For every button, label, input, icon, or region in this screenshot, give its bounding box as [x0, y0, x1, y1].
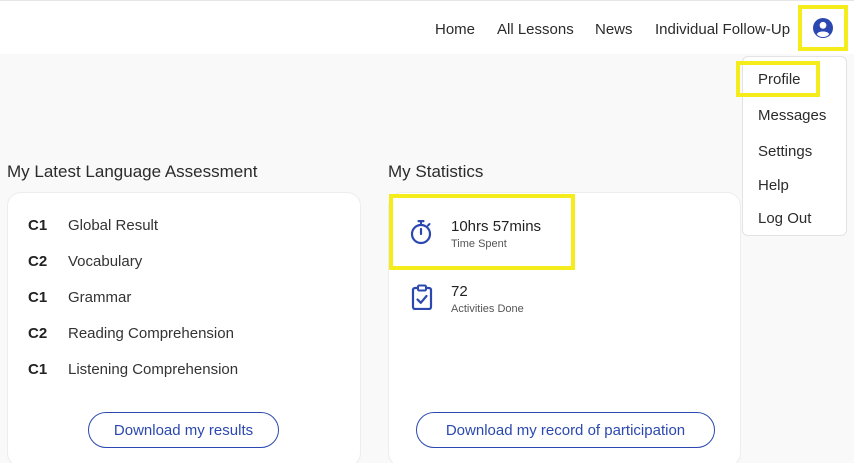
statistics-card: 10hrs 57mins Time Spent 72 Activities Do…	[388, 192, 741, 463]
skill-label: Listening Comprehension	[68, 361, 239, 378]
menu-item-settings[interactable]: Settings	[758, 143, 812, 160]
assessment-row-grammar: C1 Grammar	[28, 289, 131, 306]
top-navbar: Home All Lessons News Individual Follow-…	[0, 0, 854, 54]
user-dropdown-menu: Profile Messages Settings Help Log Out	[742, 56, 847, 236]
level-badge: C1	[28, 361, 48, 378]
skill-label: Global Result	[68, 217, 159, 234]
level-badge: C1	[28, 217, 48, 234]
skill-label: Grammar	[68, 289, 132, 306]
user-avatar-button[interactable]	[798, 5, 848, 51]
level-badge: C1	[28, 289, 48, 306]
menu-item-profile[interactable]: Profile	[758, 71, 801, 88]
download-results-button[interactable]: Download my results	[88, 412, 279, 448]
nav-news-link[interactable]: News	[595, 21, 633, 38]
assessment-row-listening: C1 Listening Comprehension	[28, 361, 238, 378]
assessment-title: My Latest Language Assessment	[7, 162, 258, 181]
clipboard-check-icon	[411, 284, 433, 310]
menu-item-log-out[interactable]: Log Out	[758, 210, 811, 227]
activities-done-value: 72	[451, 283, 468, 300]
nav-individual-follow-up-link[interactable]: Individual Follow-Up	[655, 21, 790, 38]
skill-label: Vocabulary	[68, 253, 143, 270]
nav-home-link[interactable]: Home	[435, 21, 475, 38]
download-participation-record-button[interactable]: Download my record of participation	[416, 412, 715, 448]
activities-done-label: Activities Done	[451, 303, 524, 315]
statistics-title: My Statistics	[388, 162, 484, 181]
time-spent-value: 10hrs 57mins	[451, 218, 542, 235]
level-badge: C2	[28, 325, 48, 342]
nav-all-lessons-link[interactable]: All Lessons	[497, 21, 574, 38]
assessment-row-global: C1 Global Result	[28, 217, 158, 234]
level-badge: C2	[28, 253, 48, 270]
assessment-row-vocabulary: C2 Vocabulary	[28, 253, 142, 270]
skill-label: Reading Comprehension	[68, 325, 234, 342]
assessment-card: C1 Global Result C2 Vocabulary C1 Grammar C…	[7, 192, 361, 463]
menu-item-messages[interactable]: Messages	[758, 107, 826, 124]
menu-item-help[interactable]: Help	[758, 177, 789, 194]
time-spent-label: Time Spent	[451, 238, 507, 250]
stopwatch-icon	[410, 220, 432, 245]
user-circle-icon	[813, 18, 833, 38]
assessment-row-reading: C2 Reading Comprehension	[28, 325, 234, 342]
